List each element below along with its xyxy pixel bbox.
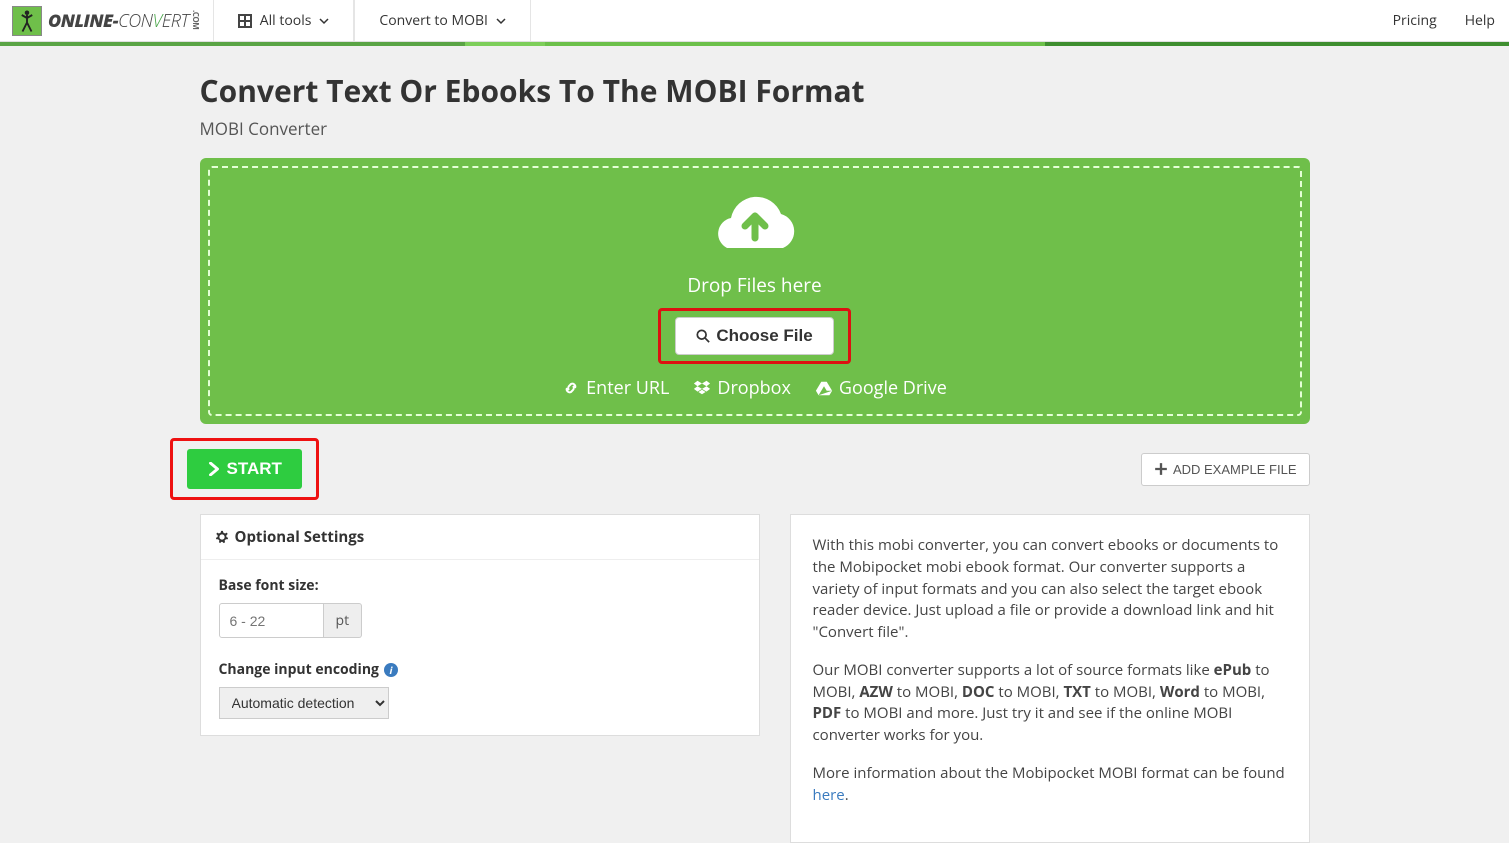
action-row: START ADD EXAMPLE FILE bbox=[200, 438, 1310, 500]
gear-icon bbox=[215, 530, 229, 544]
source-enter-url-label: Enter URL bbox=[586, 376, 669, 400]
page-title: Convert Text Or Ebooks To The MOBI Forma… bbox=[200, 70, 1310, 111]
choose-file-button[interactable]: Choose File bbox=[675, 317, 833, 355]
base-font-input-group: pt bbox=[219, 603, 741, 638]
nav-convert-to[interactable]: Convert to MOBI bbox=[354, 0, 531, 41]
optional-settings-panel: Optional Settings Base font size: pt Cha… bbox=[200, 514, 760, 736]
plus-icon bbox=[1154, 462, 1168, 476]
here-link[interactable]: here bbox=[813, 785, 845, 805]
accent-bar bbox=[0, 42, 1509, 46]
nav-all-tools[interactable]: All tools bbox=[213, 0, 355, 41]
optional-settings-label: Optional Settings bbox=[235, 527, 365, 547]
gdrive-icon bbox=[815, 379, 833, 397]
logo-dotcom: .COM bbox=[190, 10, 201, 29]
logo-text-ert: ERT bbox=[162, 9, 189, 33]
source-dropbox-label: Dropbox bbox=[717, 376, 791, 400]
chevron-down-icon bbox=[319, 16, 329, 26]
choose-file-label: Choose File bbox=[716, 326, 812, 346]
logo-text-v: V bbox=[153, 9, 162, 33]
search-icon bbox=[696, 329, 710, 343]
encoding-label: Change input encoding i bbox=[219, 660, 741, 679]
page-subtitle: MOBI Converter bbox=[200, 117, 1310, 140]
logo-text-con: CON bbox=[118, 9, 152, 33]
source-options: Enter URL Dropbox Google Drive bbox=[220, 376, 1290, 400]
settings-body: Base font size: pt Change input encoding… bbox=[201, 560, 759, 735]
dropbox-icon bbox=[693, 379, 711, 397]
drop-text: Drop Files here bbox=[220, 272, 1290, 298]
info-p2: Our MOBI converter supports a lot of sou… bbox=[813, 660, 1287, 747]
main-container: Convert Text Or Ebooks To The MOBI Forma… bbox=[200, 46, 1310, 843]
source-enter-url[interactable]: Enter URL bbox=[562, 376, 669, 400]
encoding-label-text: Change input encoding bbox=[219, 660, 379, 679]
base-font-unit: pt bbox=[324, 603, 363, 638]
optional-settings-header: Optional Settings bbox=[201, 515, 759, 560]
nav-pricing[interactable]: Pricing bbox=[1379, 0, 1451, 41]
start-button[interactable]: START bbox=[187, 449, 302, 489]
info-panel: With this mobi converter, you can conver… bbox=[790, 514, 1310, 843]
info-p3: More information about the Mobipocket MO… bbox=[813, 763, 1287, 807]
start-highlight: START bbox=[170, 438, 319, 500]
nav-spacer bbox=[531, 0, 1379, 41]
chevron-right-icon bbox=[207, 462, 221, 476]
source-dropbox[interactable]: Dropbox bbox=[693, 376, 791, 400]
info-p1: With this mobi converter, you can conver… bbox=[813, 535, 1287, 644]
start-label: START bbox=[227, 459, 282, 479]
info-icon[interactable]: i bbox=[384, 663, 398, 677]
source-gdrive-label: Google Drive bbox=[839, 376, 947, 400]
base-font-label: Base font size: bbox=[219, 576, 741, 595]
header: ONLINE-CONVERT .COM All tools Convert to… bbox=[0, 0, 1509, 42]
encoding-select[interactable]: Automatic detection bbox=[219, 687, 389, 719]
logo-text-online: ONLINE- bbox=[48, 9, 118, 33]
grid-icon bbox=[238, 14, 252, 28]
logo[interactable]: ONLINE-CONVERT .COM bbox=[0, 0, 213, 41]
link-icon bbox=[562, 379, 580, 397]
source-gdrive[interactable]: Google Drive bbox=[815, 376, 947, 400]
cloud-upload-icon bbox=[705, 188, 805, 263]
choose-file-highlight: Choose File bbox=[658, 308, 850, 364]
logo-badge-icon bbox=[12, 6, 42, 36]
nav-all-tools-label: All tools bbox=[260, 11, 312, 30]
nav-help[interactable]: Help bbox=[1451, 0, 1509, 41]
nav-convert-to-label: Convert to MOBI bbox=[379, 11, 488, 30]
base-font-input[interactable] bbox=[219, 603, 324, 638]
chevron-down-icon bbox=[496, 16, 506, 26]
drop-zone[interactable]: Drop Files here Choose File Enter URL Dr… bbox=[200, 158, 1310, 424]
add-example-label: ADD EXAMPLE FILE bbox=[1173, 462, 1297, 477]
drop-zone-inner: Drop Files here Choose File Enter URL Dr… bbox=[208, 166, 1302, 416]
add-example-file-button[interactable]: ADD EXAMPLE FILE bbox=[1141, 453, 1310, 486]
columns: Optional Settings Base font size: pt Cha… bbox=[200, 514, 1310, 843]
